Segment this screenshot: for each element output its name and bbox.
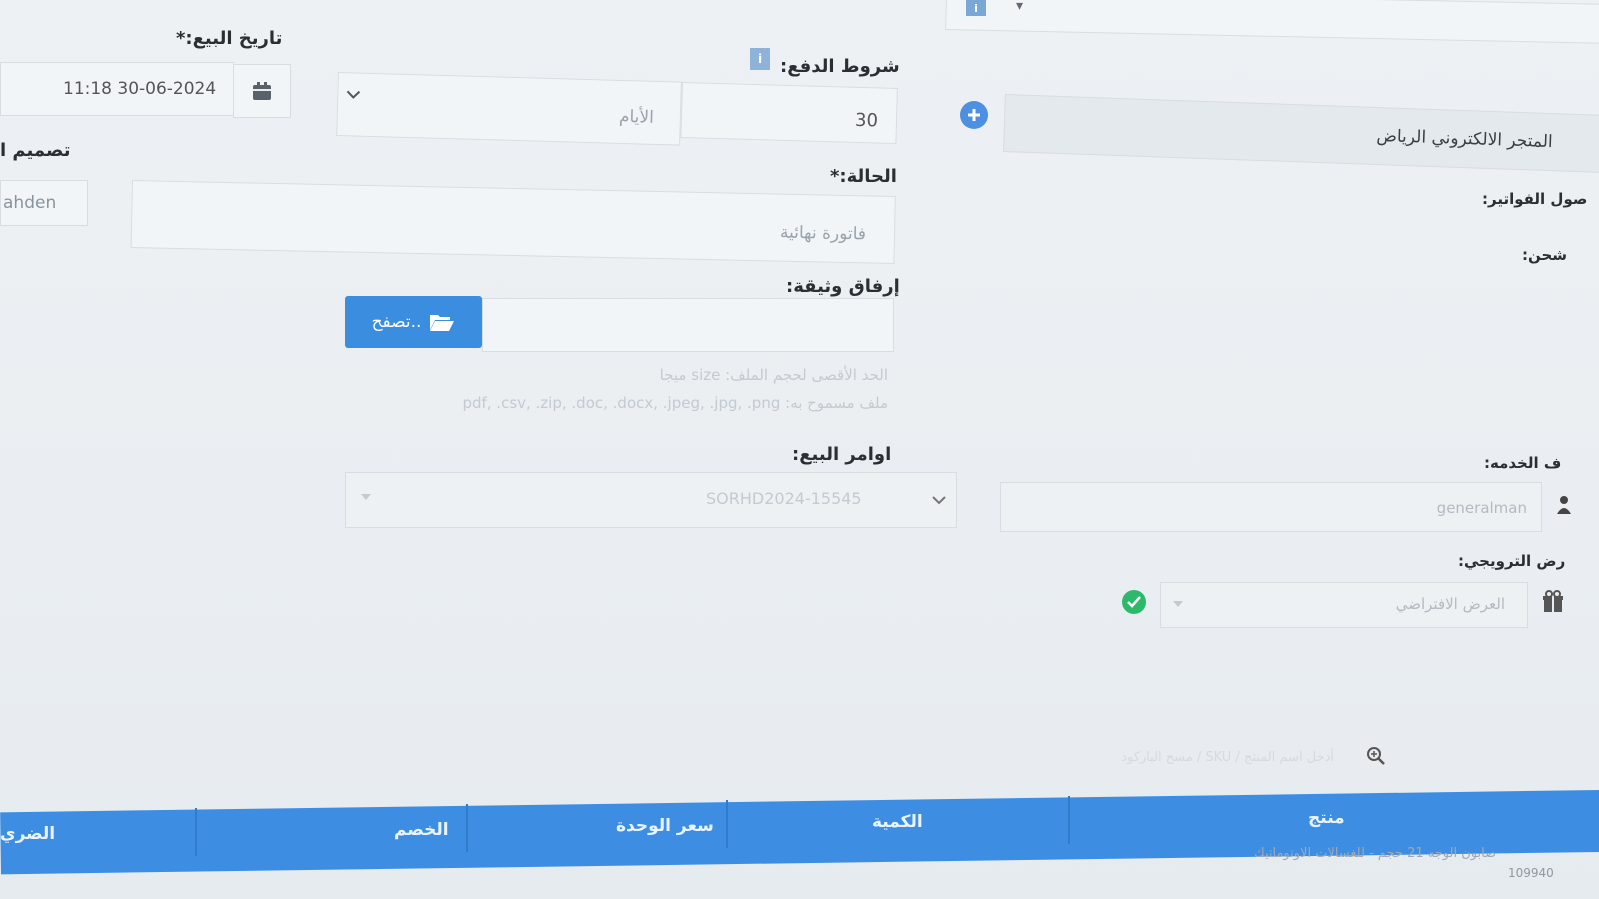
table-col-divider <box>1068 796 1070 844</box>
info-icon: i <box>750 48 770 70</box>
products-table-header <box>0 790 1599 875</box>
chevron-down-icon[interactable]: ▾ <box>1016 0 1023 14</box>
table-col-divider <box>466 804 468 852</box>
gift-icon <box>1543 590 1563 612</box>
design-label: تصميم ا <box>0 140 71 161</box>
browse-button[interactable]: تصفح.. <box>345 296 482 348</box>
status-value: فاتورة نهائية <box>779 222 867 245</box>
promo-value: العرض الافتراضي <box>1395 595 1505 613</box>
product-search-input[interactable]: أدخل اسم المنتج / SKU / مسح الباركود <box>1040 740 1340 776</box>
design-select[interactable]: ahden <box>0 180 88 226</box>
table-col-divider <box>726 800 728 848</box>
store-value: المتجر الالكتروني الرياض <box>1376 125 1554 153</box>
promo-label: رض الترويجي: <box>1458 552 1566 570</box>
folder-open-icon <box>430 315 455 331</box>
attach-size-hint: الحد الأقصى لحجم الملف: size ميجا <box>659 366 888 384</box>
service-staff-select[interactable]: generalman <box>1000 482 1542 532</box>
browse-label: تصفح.. <box>371 312 422 332</box>
status-select[interactable]: فاتورة نهائية <box>130 180 896 264</box>
chevron-down-icon <box>361 494 371 500</box>
attach-types-hint: ملف مسموح به: pdf, .csv, .zip, .doc, .do… <box>462 394 888 412</box>
chevron-down-icon <box>932 496 946 505</box>
info-icon: i <box>966 0 986 16</box>
payment-terms-days: 30 <box>854 109 879 132</box>
payment-terms-label: شروط الدفع: <box>780 56 900 77</box>
plus-circle-icon[interactable] <box>960 101 988 129</box>
sales-orders-value: SORHD2024-15545 <box>706 489 862 508</box>
promo-select[interactable]: العرض الافتراضي <box>1160 582 1528 628</box>
attach-label: إرفاق وثيقة: <box>786 276 900 297</box>
payment-terms-days-input[interactable]: 30 <box>680 82 898 145</box>
invoices-account-label: صول الفواتير: <box>1482 190 1588 208</box>
design-value: ahden <box>3 193 57 213</box>
service-staff-value: generalman <box>1436 499 1527 517</box>
sale-date-value: 11:18 30-06-2024 <box>63 79 217 99</box>
store-select[interactable]: المتجر الالكتروني الرياض <box>1002 94 1599 173</box>
check-circle-icon[interactable] <box>1122 590 1146 614</box>
payment-terms-unit-select[interactable]: الأيام <box>336 72 682 146</box>
status-label: الحالة:* <box>830 166 897 187</box>
column-header-unit-price: سعر الوحدة <box>616 816 714 836</box>
sales-orders-label: اوامر البيع: <box>792 444 892 465</box>
attach-file-input[interactable] <box>482 298 894 352</box>
calendar-icon[interactable] <box>233 64 291 118</box>
product-search-placeholder: أدخل اسم المنتج / SKU / مسح الباركود <box>1121 750 1334 765</box>
payment-terms-unit: الأيام <box>618 106 655 128</box>
top-select[interactable] <box>945 0 1599 44</box>
table-row-product-name: صابون الوجه 21 حجم - للغسالات الاوتوماتي… <box>1254 846 1497 861</box>
sale-date-label: تاريخ البيع:* <box>176 28 283 49</box>
sales-orders-select[interactable]: SORHD2024-15545 <box>345 472 957 528</box>
sale-date-input[interactable]: 11:18 30-06-2024 <box>0 62 234 116</box>
chevron-down-icon <box>346 90 361 99</box>
column-header-product: منتج <box>1308 808 1345 828</box>
user-icon <box>1557 496 1571 514</box>
column-header-tax: الضري <box>0 824 56 844</box>
column-header-discount: الخصم <box>394 820 449 840</box>
chevron-down-icon <box>1173 601 1183 607</box>
table-row-product-sku: 109940 <box>1508 866 1554 880</box>
service-staff-label: ف الخدمه: <box>1484 454 1562 472</box>
shipping-label: شحن: <box>1522 246 1568 264</box>
search-icon[interactable] <box>1366 746 1386 766</box>
table-col-divider <box>195 808 197 856</box>
column-header-quantity: الكمية <box>872 812 923 832</box>
